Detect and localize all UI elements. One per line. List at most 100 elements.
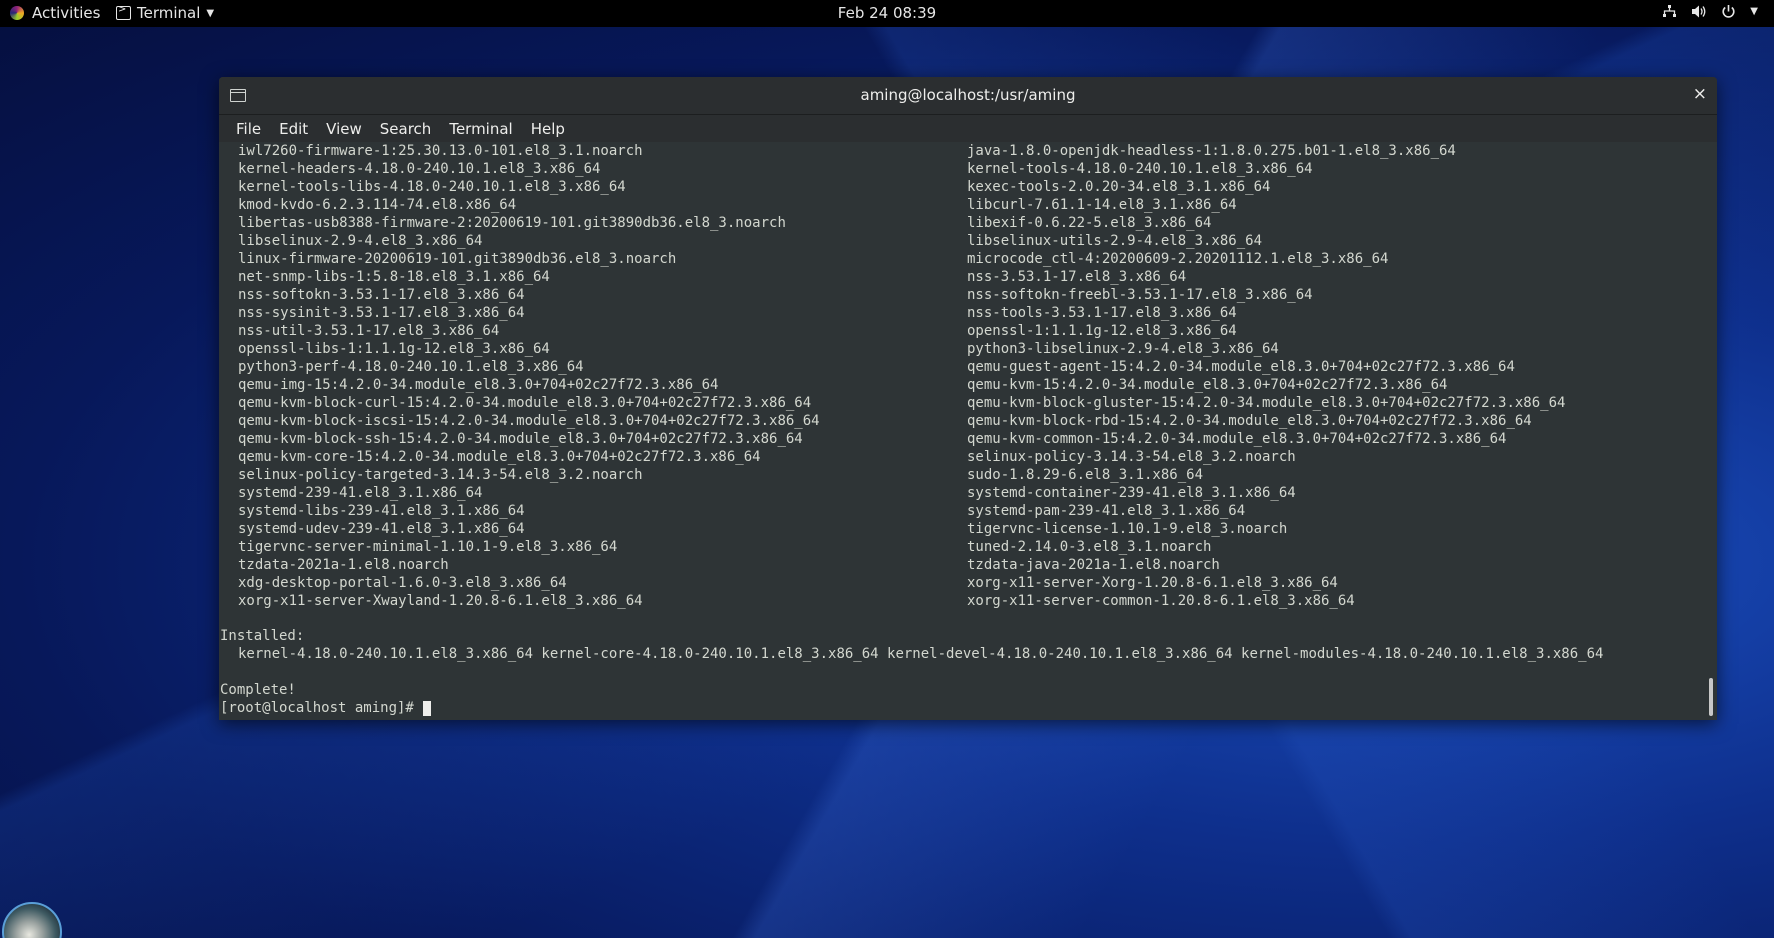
- package-name: microcode_ctl-4:20200609-2.20201112.1.el…: [967, 251, 1389, 267]
- package-row: qemu-img-15:4.2.0-34.module_el8.3.0+704+…: [238, 376, 1698, 394]
- package-name: java-1.8.0-openjdk-headless-1:1.8.0.275.…: [967, 143, 1456, 159]
- close-button[interactable]: ×: [1693, 84, 1707, 104]
- package-name: kmod-kvdo-6.2.3.114-74.el8.x86_64: [238, 197, 517, 213]
- scrollbar[interactable]: [1707, 142, 1715, 720]
- package-row: tzdata-2021a-1.el8.noarch tzdata-java-202…: [238, 556, 1698, 574]
- shell-prompt[interactable]: [root@localhost aming]#: [220, 699, 432, 717]
- terminal-icon: [116, 4, 131, 20]
- package-name: iwl7260-firmware-1:25.30.13.0-101.el8_3.…: [238, 143, 643, 159]
- package-row: nss-softokn-3.53.1-17.el8_3.x86_64 nss-so…: [238, 286, 1698, 304]
- package-row: iwl7260-firmware-1:25.30.13.0-101.el8_3.…: [238, 142, 1698, 160]
- scrollbar-thumb[interactable]: [1709, 678, 1713, 716]
- package-row: selinux-policy-targeted-3.14.3-54.el8_3.…: [238, 466, 1698, 484]
- package-name: xorg-x11-server-Xwayland-1.20.8-6.1.el8_…: [238, 593, 643, 609]
- terminal-window[interactable]: aming@localhost:/usr/aming × File Edit V…: [219, 77, 1717, 720]
- package-name: qemu-guest-agent-15:4.2.0-34.module_el8.…: [967, 359, 1515, 375]
- app-menu-button[interactable]: Terminal ▼: [116, 4, 214, 22]
- menu-help[interactable]: Help: [522, 120, 574, 138]
- app-menu-label: Terminal: [137, 4, 201, 22]
- activities-label: Activities: [32, 4, 101, 22]
- package-row: systemd-udev-239-41.el8_3.1.x86_64 tigerv…: [238, 520, 1698, 538]
- package-name: net-snmp-libs-1:5.8-18.el8_3.1.x86_64: [238, 269, 550, 285]
- installed-packages: kernel-4.18.0-240.10.1.el8_3.x86_64 kern…: [238, 646, 1604, 662]
- package-name: qemu-kvm-block-ssh-15:4.2.0-34.module_el…: [238, 431, 803, 447]
- package-name: kernel-tools-4.18.0-240.10.1.el8_3.x86_6…: [967, 161, 1313, 177]
- package-name: systemd-239-41.el8_3.1.x86_64: [238, 485, 483, 501]
- package-row: qemu-kvm-block-ssh-15:4.2.0-34.module_el…: [238, 430, 1698, 448]
- top-bar: Activities Terminal ▼ Feb 24 08:39 ▼: [0, 0, 1774, 27]
- package-name: libexif-0.6.22-5.el8_3.x86_64: [967, 215, 1212, 231]
- package-name: systemd-container-239-41.el8_3.1.x86_64: [967, 485, 1296, 501]
- package-name: nss-softokn-freebl-3.53.1-17.el8_3.x86_6…: [967, 287, 1313, 303]
- package-name: tzdata-java-2021a-1.el8.noarch: [967, 557, 1220, 573]
- package-list: iwl7260-firmware-1:25.30.13.0-101.el8_3.…: [238, 142, 1698, 610]
- package-name: tigervnc-license-1.10.1-9.el8_3.noarch: [967, 521, 1288, 537]
- package-name: systemd-udev-239-41.el8_3.1.x86_64: [238, 521, 525, 537]
- package-row: systemd-libs-239-41.el8_3.1.x86_64 system…: [238, 502, 1698, 520]
- package-name: qemu-kvm-common-15:4.2.0-34.module_el8.3…: [967, 431, 1507, 447]
- package-row: tigervnc-server-minimal-1.10.1-9.el8_3.x…: [238, 538, 1698, 556]
- package-name: nss-softokn-3.53.1-17.el8_3.x86_64: [238, 287, 525, 303]
- package-name: nss-tools-3.53.1-17.el8_3.x86_64: [967, 305, 1237, 321]
- package-name: kexec-tools-2.0.20-34.el8_3.1.x86_64: [967, 179, 1271, 195]
- volume-icon: [1692, 5, 1706, 18]
- package-name: nss-3.53.1-17.el8_3.x86_64: [967, 269, 1187, 285]
- terminal-output[interactable]: iwl7260-firmware-1:25.30.13.0-101.el8_3.…: [219, 142, 1717, 720]
- package-row: python3-perf-4.18.0-240.10.1.el8_3.x86_6…: [238, 358, 1698, 376]
- distro-logo-icon: [10, 6, 24, 20]
- package-name: libselinux-2.9-4.el8_3.x86_64: [238, 233, 483, 249]
- package-name: tigervnc-server-minimal-1.10.1-9.el8_3.x…: [238, 539, 618, 555]
- package-name: libertas-usb8388-firmware-2:20200619-101…: [238, 215, 786, 231]
- package-name: nss-util-3.53.1-17.el8_3.x86_64: [238, 323, 500, 339]
- package-name: tzdata-2021a-1.el8.noarch: [238, 557, 449, 573]
- menu-file[interactable]: File: [227, 120, 270, 138]
- package-name: qemu-kvm-block-rbd-15:4.2.0-34.module_el…: [967, 413, 1532, 429]
- package-name: qemu-kvm-core-15:4.2.0-34.module_el8.3.0…: [238, 449, 761, 465]
- package-row: systemd-239-41.el8_3.1.x86_64 systemd-con…: [238, 484, 1698, 502]
- package-row: qemu-kvm-block-iscsi-15:4.2.0-34.module_…: [238, 412, 1698, 430]
- package-name: systemd-pam-239-41.el8_3.1.x86_64: [967, 503, 1246, 519]
- prompt-text: [root@localhost aming]#: [220, 700, 423, 716]
- package-name: openssl-libs-1:1.1.1g-12.el8_3.x86_64: [238, 341, 550, 357]
- package-name: openssl-1:1.1.1g-12.el8_3.x86_64: [967, 323, 1237, 339]
- window-titlebar[interactable]: aming@localhost:/usr/aming ×: [219, 77, 1717, 115]
- package-name: systemd-libs-239-41.el8_3.1.x86_64: [238, 503, 525, 519]
- package-row: kernel-tools-libs-4.18.0-240.10.1.el8_3.…: [238, 178, 1698, 196]
- package-name: qemu-kvm-block-iscsi-15:4.2.0-34.module_…: [238, 413, 820, 429]
- menu-search[interactable]: Search: [371, 120, 441, 138]
- menu-edit[interactable]: Edit: [270, 120, 317, 138]
- package-name: qemu-kvm-15:4.2.0-34.module_el8.3.0+704+…: [967, 377, 1448, 393]
- chevron-down-icon: ▼: [1750, 6, 1758, 17]
- menu-view[interactable]: View: [317, 120, 371, 138]
- package-name: kernel-headers-4.18.0-240.10.1.el8_3.x86…: [238, 161, 601, 177]
- system-tray[interactable]: ▼: [1662, 4, 1758, 19]
- package-name: selinux-policy-3.14.3-54.el8_3.2.noarch: [967, 449, 1296, 465]
- package-name: libcurl-7.61.1-14.el8_3.1.x86_64: [967, 197, 1237, 213]
- network-icon: [1663, 5, 1677, 17]
- package-row: net-snmp-libs-1:5.8-18.el8_3.1.x86_64 nss…: [238, 268, 1698, 286]
- package-name: xorg-x11-server-Xorg-1.20.8-6.1.el8_3.x8…: [967, 575, 1338, 591]
- clock[interactable]: Feb 24 08:39: [838, 4, 936, 22]
- package-row: xorg-x11-server-Xwayland-1.20.8-6.1.el8_…: [238, 592, 1698, 610]
- menu-bar: File Edit View Search Terminal Help: [219, 115, 1717, 142]
- package-name: qemu-img-15:4.2.0-34.module_el8.3.0+704+…: [238, 377, 719, 393]
- installed-label: Installed:: [220, 628, 305, 644]
- package-row: qemu-kvm-block-curl-15:4.2.0-34.module_e…: [238, 394, 1698, 412]
- chevron-down-icon: ▼: [206, 7, 215, 19]
- package-name: xorg-x11-server-common-1.20.8-6.1.el8_3.…: [967, 593, 1355, 609]
- activities-button[interactable]: Activities: [10, 4, 100, 22]
- package-name: kernel-tools-libs-4.18.0-240.10.1.el8_3.…: [238, 179, 626, 195]
- power-icon: [1722, 5, 1735, 18]
- complete-message: Complete!: [220, 682, 296, 698]
- package-name: python3-perf-4.18.0-240.10.1.el8_3.x86_6…: [238, 359, 584, 375]
- package-row: qemu-kvm-core-15:4.2.0-34.module_el8.3.0…: [238, 448, 1698, 466]
- package-name: nss-sysinit-3.53.1-17.el8_3.x86_64: [238, 305, 525, 321]
- package-row: nss-util-3.53.1-17.el8_3.x86_64 openssl-1…: [238, 322, 1698, 340]
- package-name: qemu-kvm-block-gluster-15:4.2.0-34.modul…: [967, 395, 1566, 411]
- package-name: libselinux-utils-2.9-4.el8_3.x86_64: [967, 233, 1263, 249]
- package-row: libselinux-2.9-4.el8_3.x86_64 libselinux-…: [238, 232, 1698, 250]
- package-name: tuned-2.14.0-3.el8_3.1.noarch: [967, 539, 1212, 555]
- package-name: linux-firmware-20200619-101.git3890db36.…: [238, 251, 677, 267]
- package-row: openssl-libs-1:1.1.1g-12.el8_3.x86_64 pyt…: [238, 340, 1698, 358]
- menu-terminal[interactable]: Terminal: [440, 120, 521, 138]
